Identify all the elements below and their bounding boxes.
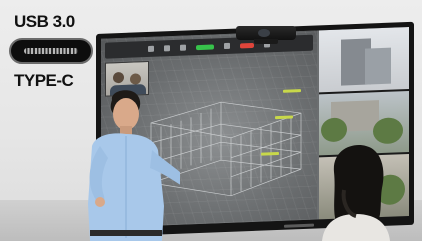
usb-version-label: USB 3.0 — [14, 12, 75, 31]
product-photo: USB 3.0 TYPE-C — [0, 0, 422, 241]
webcam-lens-icon — [258, 29, 270, 37]
chat-icon — [224, 42, 230, 50]
presenter-person — [88, 90, 180, 241]
usb-type-c-port-icon — [9, 38, 93, 64]
usb-type-label: TYPE-C — [14, 71, 74, 90]
usb-port-contacts — [24, 48, 78, 54]
display-brand-logo — [284, 223, 314, 228]
end-call-indicator — [240, 42, 254, 48]
share-screen-indicator — [196, 43, 214, 50]
participant-head — [113, 71, 124, 84]
share-icon — [180, 44, 186, 51]
camera-icon — [164, 45, 170, 52]
usb-webcam — [236, 26, 296, 44]
building-photo-tile — [319, 26, 409, 93]
listener-person — [322, 145, 390, 241]
mic-icon — [148, 45, 154, 53]
webcam-mount — [254, 39, 278, 44]
